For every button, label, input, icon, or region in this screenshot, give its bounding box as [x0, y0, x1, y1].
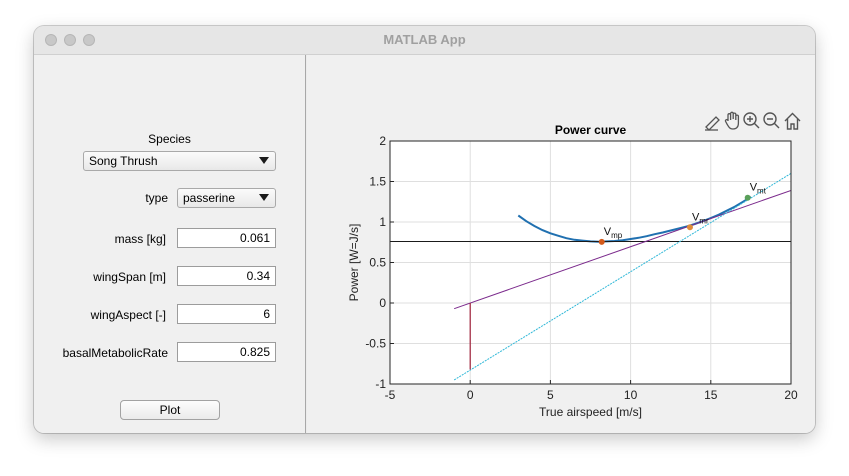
x-axis-label: True airspeed [m/s] [539, 405, 642, 419]
type-value: passerine [183, 191, 236, 205]
y-tick-label: 1.5 [369, 175, 386, 189]
x-tick-label: 0 [467, 388, 474, 402]
point-marker-mt [744, 194, 751, 201]
x-tick-label: 20 [784, 388, 798, 402]
x-tick-label: 10 [624, 388, 638, 402]
y-tick-label: 2 [379, 134, 386, 148]
chevron-down-icon [259, 194, 269, 201]
y-tick-label: 1 [379, 215, 386, 229]
power-curve-chart: -5 0 5 10 15 20-1-0.500.511.52 VmpVmrVmt Powe… [347, 123, 798, 419]
window-title: MATLAB App [383, 32, 466, 47]
x-tick-label: -5 [385, 388, 396, 402]
wingaspect-field[interactable]: 6 [177, 304, 276, 324]
control-panel: Species Song Thrush type passerine mass … [34, 55, 306, 433]
y-axis-label: Power [W=J/s] [347, 224, 361, 302]
species-dropdown[interactable]: Song Thrush [83, 151, 276, 171]
x-tick-label: 15 [704, 388, 718, 402]
app-window: MATLAB App Species Song Thrush type pass… [34, 26, 815, 433]
mass-field[interactable]: 0.061 [177, 228, 276, 248]
basal-metabolic-rate-label: basalMetabolicRate [62, 346, 168, 360]
plot-button[interactable]: Plot [120, 400, 220, 420]
wingspan-field[interactable]: 0.34 [177, 266, 276, 286]
type-label: type [145, 191, 168, 205]
basal-metabolic-rate-field[interactable]: 0.825 [177, 342, 276, 362]
plot-panel: -5 0 5 10 15 20 -1 -0.5 0 0.5 1 1.5 2 Vmp Vmr Vmt Powe… [307, 55, 815, 433]
point-marker-mp [598, 238, 605, 245]
y-tick-label: 0 [379, 296, 386, 310]
wingaspect-label: wingAspect [-] [90, 308, 166, 322]
chevron-down-icon [259, 157, 269, 164]
mass-label: mass [kg] [114, 232, 166, 246]
x-tick-label: 5 [547, 388, 554, 402]
species-value: Song Thrush [89, 154, 158, 168]
y-tick-label: -0.5 [365, 337, 386, 351]
title-bar: MATLAB App [34, 26, 815, 55]
species-label: Species [148, 132, 191, 146]
point-marker-mr [686, 224, 693, 231]
wingspan-label: wingSpan [m] [93, 270, 166, 284]
chart-title: Power curve [555, 123, 627, 137]
type-dropdown[interactable]: passerine [177, 188, 276, 208]
y-tick-label: -1 [375, 377, 386, 391]
y-tick-label: 0.5 [369, 256, 386, 270]
